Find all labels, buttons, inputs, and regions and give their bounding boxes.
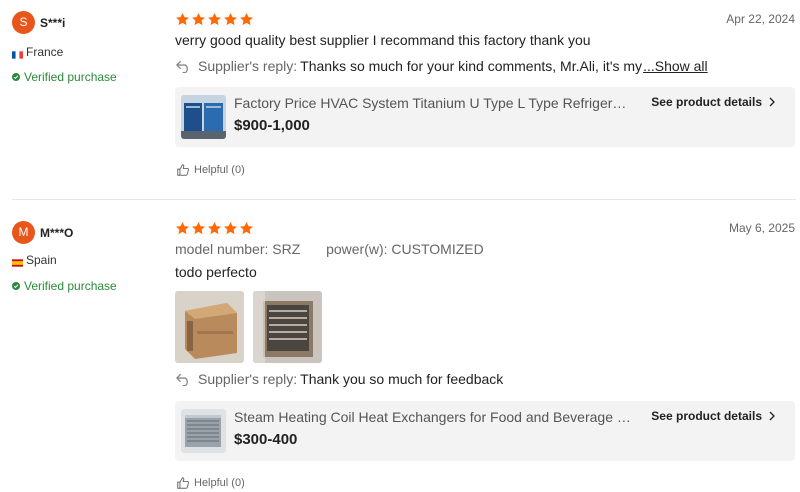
product-price: $900-1,000 <box>234 117 310 134</box>
product-thumbnail <box>181 409 226 453</box>
thumbs-up-icon <box>177 477 189 489</box>
star-rating <box>175 221 254 236</box>
supplier-reply: Supplier's reply: Thanks so much for you… <box>175 58 708 74</box>
attr-model-name: model number <box>175 241 265 257</box>
france-flag-icon <box>12 48 23 59</box>
reviewer-country: Spain <box>12 253 57 267</box>
attr-power-value: CUSTOMIZED <box>391 241 484 257</box>
star-icon <box>224 221 237 235</box>
reply-text: Thank you so much for feedback <box>300 371 504 387</box>
product-thumbnail <box>181 95 226 139</box>
review-date: May 6, 2025 <box>728 221 795 235</box>
reviewer-name: M***O <box>40 226 74 240</box>
star-icon <box>240 12 253 26</box>
review-date: Apr 22, 2024 <box>726 12 795 26</box>
product-card[interactable]: Steam Heating Coil Heat Exchangers for F… <box>175 401 795 461</box>
review-text: todo perfecto <box>175 264 257 280</box>
chevron-right-icon <box>769 97 775 107</box>
helpful-button[interactable]: Helpful (0) <box>176 163 245 177</box>
reply-label: Supplier's reply: <box>198 58 298 74</box>
star-icon <box>240 221 253 235</box>
see-product-details-link[interactable]: See product details <box>651 95 777 109</box>
star-icon <box>176 12 189 26</box>
see-product-details-label: See product details <box>651 95 762 109</box>
show-all-link[interactable]: ...Show all <box>643 58 708 74</box>
attr-power-name: power(w) <box>326 241 384 257</box>
verified-label: Verified purchase <box>24 70 117 84</box>
helpful-label: Helpful (0) <box>194 477 245 489</box>
star-icon <box>208 12 221 26</box>
verified-label: Verified purchase <box>24 279 117 293</box>
product-card[interactable]: Factory Price HVAC System Titanium U Typ… <box>175 87 795 147</box>
reviewer-country: France <box>12 45 63 59</box>
star-icon <box>176 221 189 235</box>
product-attributes: model number: SRZ power(w): CUSTOMIZED <box>175 241 484 257</box>
verified-check-icon <box>12 73 20 81</box>
avatar: S <box>12 11 35 34</box>
star-icon <box>192 221 205 235</box>
star-icon <box>208 221 221 235</box>
star-icon <box>224 12 237 26</box>
thumbs-up-icon <box>177 164 189 176</box>
reviewer-name: S***i <box>40 16 66 30</box>
review-photo[interactable] <box>253 291 322 363</box>
country-label: France <box>26 45 64 59</box>
verified-purchase-badge: Verified purchase <box>12 279 117 293</box>
review-photo[interactable] <box>175 291 244 363</box>
product-title[interactable]: Steam Heating Coil Heat Exchangers for F… <box>234 409 634 425</box>
product-price: $300-400 <box>234 431 298 448</box>
chevron-right-icon <box>769 411 775 421</box>
spain-flag-icon <box>12 256 23 267</box>
attr-model-value: SRZ <box>272 241 301 257</box>
review-text: verry good quality best supplier I recom… <box>175 32 591 48</box>
helpful-button[interactable]: Helpful (0) <box>176 476 245 490</box>
reply-icon <box>175 373 188 386</box>
supplier-reply: Supplier's reply: Thank you so much for … <box>175 371 503 387</box>
reply-text: Thanks so much for your kind comments, M… <box>300 58 643 74</box>
review-divider <box>12 199 796 200</box>
product-title[interactable]: Factory Price HVAC System Titanium U Typ… <box>234 95 634 111</box>
star-rating <box>175 12 254 27</box>
review-card: S S***i France Verified purchase Apr 22,… <box>0 0 800 200</box>
star-icon <box>192 12 205 26</box>
see-product-details-label: See product details <box>651 409 762 423</box>
verified-purchase-badge: Verified purchase <box>12 70 117 84</box>
helpful-label: Helpful (0) <box>194 164 245 176</box>
reply-icon <box>175 60 188 73</box>
country-label: Spain <box>26 253 57 267</box>
reply-label: Supplier's reply: <box>198 371 298 387</box>
review-photos <box>175 291 335 363</box>
see-product-details-link[interactable]: See product details <box>651 409 777 423</box>
review-card: M M***O Spain Verified purchase May 6, 2… <box>0 208 800 492</box>
verified-check-icon <box>12 282 20 290</box>
avatar: M <box>12 221 35 244</box>
